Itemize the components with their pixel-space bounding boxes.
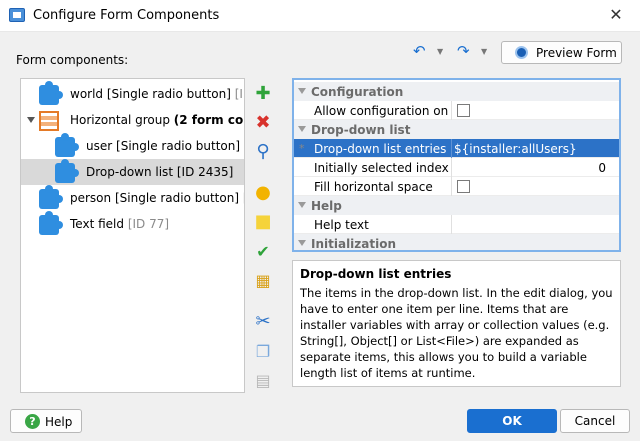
paste-button[interactable]: ▤ — [251, 369, 275, 393]
collapse-arrow-icon[interactable] — [298, 88, 306, 94]
tree-item-name: user — [86, 139, 113, 153]
collapse-arrow-icon[interactable] — [298, 240, 306, 246]
property-description-panel: Drop-down list entries The items in the … — [292, 260, 621, 387]
tree-item-id: [ID 77] — [127, 217, 170, 231]
property-initially-selected-index[interactable]: Initially selected index 0 — [294, 158, 619, 177]
cut-button[interactable]: ✂ — [251, 310, 275, 334]
help-label: Help — [45, 415, 73, 429]
check-button[interactable]: ✔ — [251, 240, 275, 264]
property-name: Help text — [314, 218, 369, 232]
tree-item-name: Horizontal group — [70, 113, 170, 127]
tree-item-child-count: (2 form com... — [173, 113, 244, 127]
category-drop-down-list[interactable]: Drop-down list — [294, 120, 619, 139]
note-icon: ■ — [254, 211, 272, 232]
window-title: Configure Form Components — [33, 8, 220, 23]
tree-item-text-field[interactable]: Text field [ID 77] — [21, 211, 244, 237]
close-icon[interactable]: ✕ — [606, 5, 626, 25]
copy-button[interactable]: ❐ — [251, 340, 275, 364]
description-body: The items in the drop-down list. In the … — [300, 286, 613, 380]
folder-icon: ▦ — [255, 271, 271, 290]
cancel-button[interactable]: Cancel — [560, 409, 630, 433]
tree-item-name: Drop-down list — [86, 165, 174, 179]
property-name: Allow configuration on ... — [314, 104, 450, 118]
help-icon: ? — [25, 414, 40, 429]
tree-item-id: [ID ... — [234, 87, 244, 101]
note-button[interactable]: ■ — [251, 210, 275, 234]
preview-form-label: Preview Form — [536, 46, 617, 60]
tree-item-kind: [ID 2435] — [176, 165, 234, 179]
property-allow-configuration[interactable]: Allow configuration on ... — [294, 101, 619, 120]
property-help-text[interactable]: Help text — [294, 215, 619, 234]
folder-button[interactable]: ▦ — [251, 269, 275, 293]
copy-icon: ❐ — [255, 342, 271, 361]
ok-button[interactable]: OK — [467, 409, 557, 433]
form-components-tree[interactable]: world [Single radio button] [ID ... Hori… — [20, 78, 245, 393]
category-initialization[interactable]: Initialization — [294, 234, 619, 250]
fill-horizontal-space-checkbox[interactable] — [457, 180, 470, 193]
tree-item-user[interactable]: user [Single radio button] [I... — [21, 133, 244, 159]
magnifier-icon: ⚲ — [256, 141, 270, 162]
comment-icon: ● — [255, 182, 271, 203]
redo-dropdown-icon[interactable]: ▼ — [481, 43, 487, 61]
collapse-arrow-icon[interactable] — [298, 202, 306, 208]
allow-configuration-checkbox[interactable] — [457, 104, 470, 117]
puzzle-icon — [39, 185, 63, 209]
properties-table[interactable]: Configuration Allow configuration on ...… — [292, 78, 621, 252]
category-configuration[interactable]: Configuration — [294, 82, 619, 101]
collapse-arrow-icon[interactable] — [27, 117, 35, 123]
search-button[interactable]: ⚲ — [251, 140, 275, 164]
puzzle-icon — [55, 159, 79, 183]
undo-dropdown-icon[interactable]: ▼ — [437, 43, 443, 61]
property-name: Initially selected index — [314, 161, 449, 175]
form-components-label: Form components: — [16, 53, 129, 67]
tree-item-kind: [Single radio button] — [116, 139, 241, 153]
redo-icon[interactable]: ↷ — [457, 42, 470, 60]
preview-form-button[interactable]: Preview Form — [501, 41, 622, 64]
tree-item-id: [I... — [243, 191, 244, 205]
property-fill-horizontal-space[interactable]: Fill horizontal space — [294, 177, 619, 196]
eye-icon — [515, 46, 528, 59]
plus-icon: ✚ — [255, 83, 271, 104]
scissors-icon: ✂ — [255, 311, 271, 332]
puzzle-icon — [39, 211, 63, 235]
horizontal-group-icon — [39, 111, 59, 131]
tree-item-kind: [Single radio button] — [114, 191, 240, 205]
paste-icon: ▤ — [255, 371, 271, 390]
property-drop-down-list-entries[interactable]: * Drop-down list entries ${installer:all… — [294, 139, 619, 158]
required-marker: * — [299, 142, 305, 155]
comment-button[interactable]: ● — [251, 181, 275, 205]
add-component-button[interactable]: ✚ — [251, 82, 275, 106]
tree-item-name: person — [70, 191, 112, 205]
category-help[interactable]: Help — [294, 196, 619, 215]
collapse-arrow-icon[interactable] — [298, 126, 306, 132]
undo-icon[interactable]: ↶ — [413, 42, 426, 60]
tree-item-person[interactable]: person [Single radio button] [I... — [21, 185, 244, 211]
property-name: Fill horizontal space — [314, 180, 433, 194]
description-title: Drop-down list entries — [300, 267, 452, 281]
tree-item-world[interactable]: world [Single radio button] [ID ... — [21, 81, 244, 107]
checkmark-icon: ✔ — [256, 242, 270, 261]
app-icon — [9, 8, 25, 22]
title-bar: Configure Form Components ✕ — [0, 0, 640, 32]
delete-icon: ✖ — [255, 112, 271, 133]
tree-item-drop-down-list[interactable]: Drop-down list [ID 2435] — [21, 159, 244, 185]
tree-item-name: world — [70, 87, 104, 101]
tree-item-kind: [Single radio button] — [106, 87, 231, 101]
property-value[interactable]: 0 — [454, 161, 606, 175]
puzzle-icon — [55, 133, 79, 157]
puzzle-icon — [39, 81, 63, 105]
property-name: Drop-down list entries — [314, 142, 447, 156]
tree-item-name: Text field — [70, 217, 124, 231]
tree-item-horizontal-group[interactable]: Horizontal group (2 form com... — [21, 107, 244, 133]
help-button[interactable]: ? Help — [10, 409, 82, 433]
property-value[interactable]: ${installer:allUsers} — [454, 142, 606, 156]
delete-component-button[interactable]: ✖ — [251, 111, 275, 135]
